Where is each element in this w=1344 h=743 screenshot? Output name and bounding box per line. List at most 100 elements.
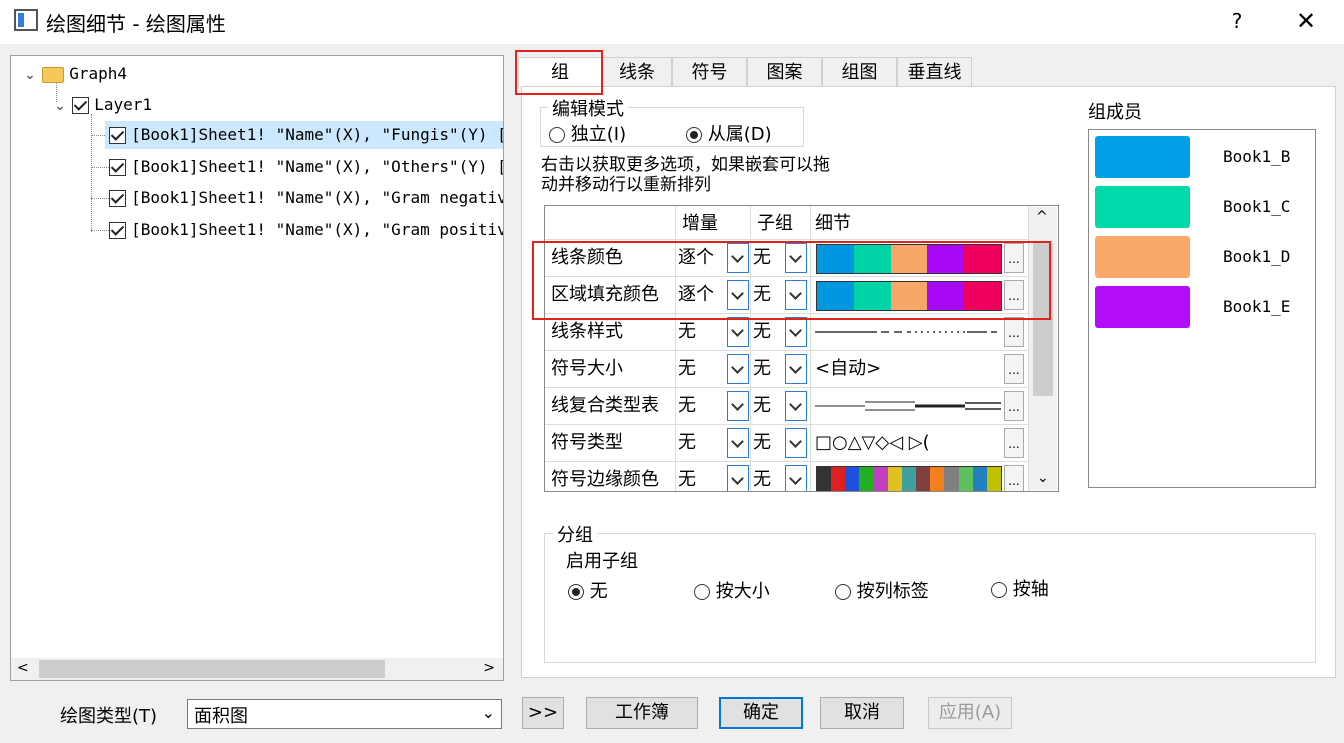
- radio-label: 无: [589, 581, 608, 602]
- grid-row-detail[interactable]: <自动>: [811, 351, 1029, 388]
- plot-checkbox[interactable]: [109, 159, 126, 176]
- plot-type-select[interactable]: 面积图 ⌄: [187, 699, 502, 729]
- subgroup-dropdown[interactable]: [785, 354, 807, 384]
- chevron-up-icon[interactable]: ^: [1036, 209, 1048, 225]
- layer-checkbox[interactable]: [72, 97, 90, 114]
- chevron-left-icon[interactable]: <: [17, 660, 29, 676]
- radio-subgroup-by-column-label[interactable]: 按列标签: [835, 577, 929, 603]
- grouping-group: [544, 533, 1316, 663]
- tree-item-plot[interactable]: [Book1]Sheet1! "Name"(X), "Gram positiv: [105, 216, 504, 244]
- subgroup-dropdown[interactable]: [785, 465, 807, 491]
- color-swatch: [901, 467, 917, 491]
- tree-item-plot[interactable]: [Book1]Sheet1! "Name"(X), "Others"(Y) [: [105, 153, 504, 181]
- radio-icon[interactable]: [835, 584, 851, 600]
- members-list[interactable]: Book1_B Book1_C Book1_D Book1_E: [1088, 129, 1316, 488]
- plot-checkbox[interactable]: [109, 190, 126, 207]
- radio-icon[interactable]: [991, 582, 1007, 598]
- chevron-down-icon[interactable]: ⌄: [53, 92, 67, 120]
- radio-subgroup-by-size[interactable]: 按大小: [694, 577, 770, 603]
- plot-checkbox[interactable]: [109, 222, 126, 239]
- color-swatch: [916, 467, 931, 491]
- ellipsis-button[interactable]: ...: [1004, 428, 1024, 458]
- folder-icon: [42, 66, 65, 83]
- ellipsis-button[interactable]: ...: [1004, 317, 1024, 347]
- subgroup-dropdown[interactable]: [785, 391, 807, 421]
- chevron-right-icon[interactable]: >: [483, 660, 495, 676]
- tree-label: [Book1]Sheet1! "Name"(X), "Gram positiv: [131, 220, 504, 239]
- chevron-down-icon[interactable]: ⌄: [482, 703, 495, 722]
- ellipsis-button[interactable]: ...: [1004, 465, 1024, 491]
- radio-icon[interactable]: [686, 127, 702, 143]
- radio-subgroup-none[interactable]: 无: [568, 577, 608, 603]
- tree-label: [Book1]Sheet1! "Name"(X), "Others"(Y) [: [131, 157, 504, 176]
- horizontal-scrollbar[interactable]: < >: [11, 658, 503, 680]
- tree-label: Graph4: [69, 64, 127, 83]
- grid-row-detail[interactable]: □○△▽◇◁ ▷(: [811, 425, 1029, 462]
- increment-dropdown[interactable]: [727, 354, 749, 384]
- title-bar: 绘图细节 - 绘图属性 ? ✕: [0, 0, 1344, 44]
- radio-dependent[interactable]: 从属(D): [686, 120, 772, 146]
- member-color-swatch[interactable]: [1095, 286, 1190, 328]
- radio-subgroup-by-axis[interactable]: 按轴: [991, 575, 1049, 601]
- tab-drop-lines[interactable]: 垂直线: [897, 57, 972, 87]
- member-color-swatch[interactable]: [1095, 186, 1190, 228]
- cancel-button[interactable]: 取消: [820, 697, 904, 729]
- workbook-button[interactable]: 工作簿: [586, 697, 698, 729]
- scrollbar-thumb[interactable]: [39, 660, 385, 678]
- ok-button[interactable]: 确定: [719, 697, 803, 729]
- color-swatch: [887, 467, 902, 491]
- help-button[interactable]: ?: [1222, 6, 1252, 36]
- enable-subgroup-label: 启用子组: [566, 551, 638, 572]
- grouping-title: 分组: [553, 521, 597, 547]
- grid-header-subgroup: 子组: [751, 206, 811, 240]
- apply-button[interactable]: 应用(A): [928, 697, 1012, 729]
- member-color-swatch[interactable]: [1095, 136, 1190, 178]
- grid-row-name: 符号边缘颜色: [545, 462, 676, 491]
- radio-icon[interactable]: [549, 127, 565, 143]
- tree-item-plot[interactable]: [Book1]Sheet1! "Name"(X), "Fungis"(Y) [: [105, 121, 503, 149]
- highlight-box: [532, 241, 1051, 320]
- edge-color-preview: [816, 466, 1002, 491]
- radio-label: 按大小: [715, 581, 770, 602]
- tree-item-graph[interactable]: ⌄ Graph4: [23, 60, 127, 88]
- window-title: 绘图细节 - 绘图属性: [46, 12, 226, 36]
- increment-dropdown[interactable]: [727, 391, 749, 421]
- radio-icon[interactable]: [694, 584, 710, 600]
- ellipsis-button[interactable]: ...: [1004, 391, 1024, 421]
- close-button[interactable]: ✕: [1290, 6, 1322, 36]
- color-swatch: [859, 467, 874, 491]
- chevron-down-icon[interactable]: ⌄: [23, 61, 37, 89]
- increment-dropdown[interactable]: [727, 428, 749, 458]
- members-title: 组成员: [1088, 102, 1142, 123]
- increment-dropdown[interactable]: [727, 465, 749, 491]
- radio-label: 独立(I): [570, 124, 627, 145]
- tab-pattern[interactable]: 图案: [747, 57, 822, 87]
- tree-item-plot[interactable]: [Book1]Sheet1! "Name"(X), "Gram negativ: [105, 184, 503, 212]
- tree-item-layer[interactable]: ⌄ Layer1: [53, 91, 152, 119]
- ellipsis-button[interactable]: ...: [1004, 354, 1024, 384]
- radio-icon[interactable]: [568, 584, 584, 600]
- tab-symbol[interactable]: 符号: [672, 57, 747, 87]
- increment-dropdown[interactable]: [727, 317, 749, 347]
- radio-label: 按列标签: [856, 581, 929, 602]
- member-color-swatch[interactable]: [1095, 236, 1190, 278]
- chevron-down-icon[interactable]: ⌄: [1037, 470, 1049, 486]
- tab-group-plot[interactable]: 组图: [822, 57, 897, 87]
- subgroup-dropdown[interactable]: [785, 428, 807, 458]
- expand-button[interactable]: >>: [522, 697, 564, 729]
- tree-label: Layer1: [94, 95, 152, 114]
- grid-header-blank: [545, 206, 676, 240]
- edit-mode-title: 编辑模式: [548, 95, 628, 121]
- grid-header-detail: 细节: [811, 206, 1029, 240]
- color-swatch: [930, 467, 945, 491]
- plot-tree[interactable]: ⌄ Graph4 ⌄ Layer1 [Book1]Sheet1! "Name"(…: [10, 55, 504, 681]
- color-swatch: [831, 467, 846, 491]
- tab-line[interactable]: 线条: [602, 57, 672, 87]
- subgroup-dropdown[interactable]: [785, 317, 807, 347]
- color-swatch: [873, 467, 888, 491]
- plot-checkbox[interactable]: [109, 127, 126, 144]
- radio-independent[interactable]: 独立(I): [549, 120, 626, 146]
- hint-text: 右击以获取更多选项，如果嵌套可以拖 动并移动行以重新排列: [541, 155, 830, 195]
- color-swatch: [944, 467, 959, 491]
- hint-line: 右击以获取更多选项，如果嵌套可以拖: [541, 155, 830, 175]
